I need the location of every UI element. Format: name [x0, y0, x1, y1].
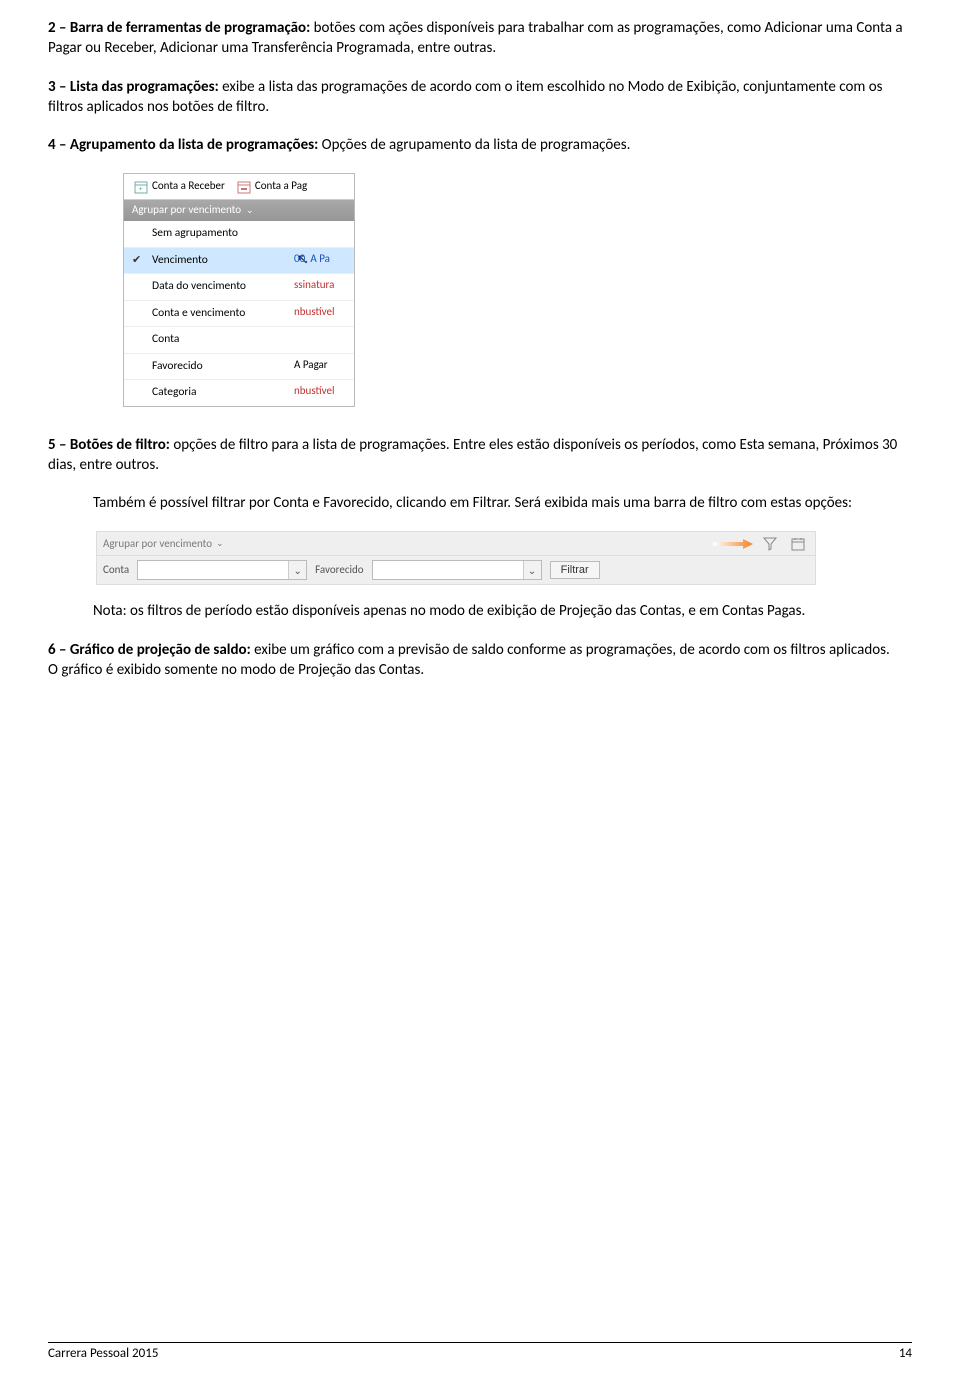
para-item-3: 3 – Lista das programações: exibe a list…	[48, 77, 912, 118]
check-icon: ✔	[132, 253, 141, 268]
calendar-icon[interactable]	[787, 535, 809, 553]
para-3-title: 3 – Lista das programações:	[48, 78, 222, 96]
option-label: Sem agrupamento	[152, 226, 238, 240]
para-6a: O gráfico é exibido somente no modo de P…	[48, 660, 912, 680]
group-by-dropdown[interactable]: Agrupar por vencimento ⌄	[103, 537, 224, 552]
conta-label: Conta	[103, 563, 129, 578]
para-5-text: opções de filtro para a lista de program…	[48, 436, 897, 474]
favorecido-label: Favorecido	[315, 563, 363, 578]
group-options-list: Sem agrupamento ✔ Vencimento ↖ 00, A Pa …	[124, 221, 354, 406]
behind-text: nbustível	[294, 305, 354, 320]
group-by-label: Agrupar por vencimento	[103, 537, 212, 552]
favorecido-combo[interactable]: ⌄	[372, 560, 542, 580]
group-option-sem-agrupamento[interactable]: Sem agrupamento	[124, 221, 354, 248]
group-option-vencimento[interactable]: ✔ Vencimento ↖ 00, A Pa	[124, 248, 354, 275]
para-2-title: 2 – Barra de ferramentas de programação:	[48, 19, 314, 37]
group-by-header[interactable]: Agrupar por vencimento ⌄	[124, 200, 354, 221]
chevron-down-icon: ⌄	[216, 538, 224, 550]
chevron-down-icon[interactable]: ⌄	[288, 561, 306, 579]
calendar-minus-icon	[237, 180, 251, 194]
para-item-2: 2 – Barra de ferramentas de programação:…	[48, 18, 912, 59]
filter-bar-screenshot: Agrupar por vencimento ⌄ Conta ⌄ Favorec…	[96, 531, 816, 585]
favorecido-input[interactable]	[373, 561, 523, 579]
para-4-title: 4 – Agrupamento da lista de programações…	[48, 136, 322, 154]
tab-conta-pagar[interactable]: Conta a Pag	[231, 179, 313, 194]
calendar-plus-icon: +	[134, 180, 148, 194]
group-option-data-vencimento[interactable]: Data do vencimento ssinatura	[124, 274, 354, 301]
filter-bar-bottom-row: Conta ⌄ Favorecido ⌄ Filtrar	[97, 556, 815, 584]
tab-bar: + Conta a Receber Conta a Pag	[124, 174, 354, 200]
conta-combo[interactable]: ⌄	[137, 560, 307, 580]
funnel-icon[interactable]	[759, 535, 781, 553]
para-item-6: 6 – Gráfico de projeção de saldo: exibe …	[48, 640, 912, 660]
para-6-title: 6 – Gráfico de projeção de saldo:	[48, 641, 254, 659]
tab-label: Conta a Receber	[152, 179, 225, 194]
group-option-categoria[interactable]: Categoria nbustível	[124, 380, 354, 406]
group-option-conta[interactable]: Conta	[124, 327, 354, 354]
para-item-4: 4 – Agrupamento da lista de programações…	[48, 135, 912, 155]
option-label: Categoria	[152, 385, 197, 399]
svg-text:+: +	[139, 184, 143, 193]
behind-text: A Pagar	[294, 358, 354, 373]
footer-left: Carrera Pessoal 2015	[48, 1345, 158, 1363]
grouping-dropdown-screenshot: + Conta a Receber Conta a Pag Agrupar po…	[123, 173, 355, 406]
para-4-text: Opções de agrupamento da lista de progra…	[322, 136, 631, 154]
behind-text: 00, A Pa	[294, 252, 354, 267]
tab-label: Conta a Pag	[255, 179, 307, 194]
group-option-conta-vencimento[interactable]: Conta e vencimento nbustível	[124, 301, 354, 328]
behind-text: ssinatura	[294, 278, 354, 293]
arrow-callout-icon	[713, 539, 753, 549]
para-6-text: exibe um gráfico com a previsão de saldo…	[254, 641, 890, 659]
conta-input[interactable]	[138, 561, 288, 579]
option-label: Data do vencimento	[152, 279, 246, 293]
group-by-label: Agrupar por vencimento	[132, 203, 241, 218]
para-5a: Também é possível filtrar por Conta e Fa…	[48, 493, 912, 513]
para-5-title: 5 – Botões de filtro:	[48, 436, 173, 454]
filtrar-button[interactable]: Filtrar	[550, 561, 600, 579]
chevron-down-icon: ⌄	[246, 205, 254, 217]
filter-bar-top-row: Agrupar por vencimento ⌄	[97, 532, 815, 556]
behind-text: nbustível	[294, 384, 354, 399]
group-option-favorecido[interactable]: Favorecido A Pagar	[124, 354, 354, 381]
tab-conta-receber[interactable]: + Conta a Receber	[128, 179, 231, 194]
page-footer: Carrera Pessoal 2015 14	[48, 1342, 912, 1363]
option-label: Conta e vencimento	[152, 306, 245, 320]
option-label: Favorecido	[152, 359, 203, 373]
footer-page-number: 14	[899, 1345, 912, 1363]
para-5-note: Nota: os filtros de período estão dispon…	[48, 601, 912, 621]
para-item-5: 5 – Botões de filtro: opções de filtro p…	[48, 435, 912, 476]
chevron-down-icon[interactable]: ⌄	[523, 561, 541, 579]
option-label: Vencimento	[152, 253, 208, 267]
option-label: Conta	[152, 332, 179, 346]
